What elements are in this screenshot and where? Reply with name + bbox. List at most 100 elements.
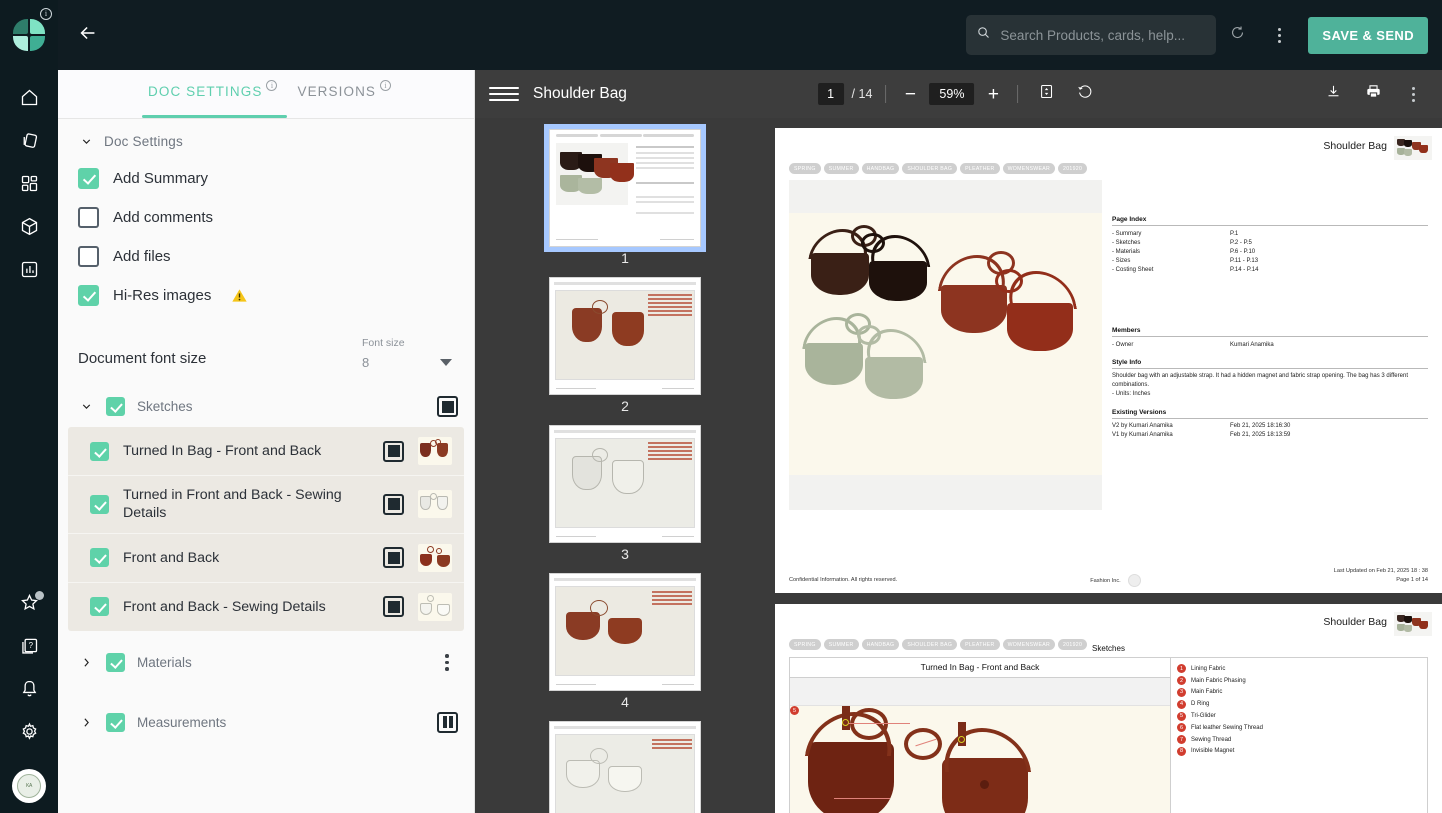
- refresh-button[interactable]: [1216, 10, 1258, 60]
- zoom-in-button[interactable]: +: [982, 85, 1004, 104]
- sidebar-item-products[interactable]: [0, 207, 58, 250]
- page-thumbnail-1[interactable]: [544, 124, 706, 252]
- sidebar-item-reports[interactable]: [0, 250, 58, 293]
- list-item[interactable]: Turned In Bag - Front and Back: [68, 427, 464, 476]
- style-info-block: Style Info Shoulder bag with an adjustab…: [1112, 359, 1428, 399]
- member-name: Kumari Anamika: [1230, 341, 1274, 348]
- add-comments-checkbox[interactable]: [78, 207, 99, 228]
- page-thumbnail-4[interactable]: [549, 573, 701, 691]
- page-total-label: / 14: [851, 87, 873, 101]
- font-size-caption: Font size: [362, 337, 405, 349]
- doc-header-thumbnail: [1394, 136, 1432, 160]
- layout-single-icon[interactable]: [383, 596, 404, 618]
- page-thumbnail-3[interactable]: [549, 425, 701, 543]
- zoom-out-button[interactable]: −: [899, 85, 921, 104]
- sketch-item-checkbox[interactable]: [90, 548, 109, 568]
- hi-res-images-checkbox[interactable]: [78, 285, 99, 306]
- sidebar-item-home[interactable]: [0, 78, 58, 121]
- checkbox-row-add-summary[interactable]: Add Summary: [58, 159, 474, 198]
- save-and-send-button[interactable]: SAVE & SEND: [1308, 16, 1428, 54]
- layout-split-icon[interactable]: [437, 711, 458, 733]
- list-item[interactable]: Turned in Front and Back - Sewing Detail…: [68, 476, 464, 534]
- doc-settings-section-header[interactable]: Doc Settings: [58, 119, 474, 159]
- materials-more-button[interactable]: [436, 654, 458, 671]
- font-size-select[interactable]: Font size 8: [362, 337, 452, 370]
- chevron-right-icon[interactable]: [78, 714, 94, 730]
- fit-page-button[interactable]: [1031, 79, 1061, 109]
- sketches-checkbox[interactable]: [106, 397, 125, 416]
- rotate-button[interactable]: [1069, 79, 1099, 109]
- divider: [1017, 85, 1019, 103]
- tab-versions[interactable]: VERSIONS i: [287, 70, 401, 118]
- checkbox-row-add-files[interactable]: Add files: [58, 237, 474, 276]
- rail-icon-list: [0, 78, 58, 293]
- checkbox-row-add-comments[interactable]: Add comments: [58, 198, 474, 237]
- legend-item: 5 Tri-Glider: [1177, 710, 1421, 722]
- sketch-item-checkbox[interactable]: [90, 494, 109, 514]
- sketch-item-checkbox[interactable]: [90, 441, 109, 461]
- package-icon: [19, 216, 40, 242]
- search-input[interactable]: Search Products, cards, help...: [966, 15, 1217, 55]
- sketch-thumbnail[interactable]: [418, 543, 452, 572]
- legend-marker: 8: [1177, 746, 1186, 756]
- measurements-checkbox[interactable]: [106, 712, 125, 732]
- page-thumbnail-number: 4: [621, 694, 629, 710]
- page-thumbnail-number: 1: [621, 250, 629, 266]
- sketch-item-checkbox[interactable]: [90, 597, 109, 617]
- app-logo[interactable]: i: [0, 0, 58, 70]
- group-header-sketches[interactable]: Sketches: [58, 386, 474, 427]
- info-icon[interactable]: i: [380, 80, 392, 91]
- page-thumbnail-5[interactable]: [549, 721, 701, 813]
- info-icon[interactable]: i: [40, 8, 52, 20]
- tag: SHOULDER BAG: [902, 639, 958, 650]
- chevron-down-icon[interactable]: [440, 359, 452, 366]
- group-header-materials[interactable]: Materials: [58, 643, 474, 682]
- add-summary-checkbox[interactable]: [78, 168, 99, 189]
- page-thumbnail-2[interactable]: [549, 277, 701, 395]
- chevron-down-icon[interactable]: [78, 399, 94, 415]
- version-date: Feb 21, 2025 18:16:30: [1230, 423, 1291, 430]
- chevron-right-icon[interactable]: [78, 654, 94, 670]
- download-button[interactable]: [1318, 79, 1348, 109]
- avatar[interactable]: KA: [12, 769, 46, 803]
- viewer-more-button[interactable]: [1398, 79, 1428, 109]
- zoom-level-value[interactable]: 59%: [929, 83, 975, 105]
- sidebar-item-dashboard[interactable]: [0, 164, 58, 207]
- refresh-icon: [1229, 24, 1246, 46]
- chevron-down-icon[interactable]: [78, 133, 94, 149]
- sidebar-item-settings[interactable]: [0, 712, 58, 755]
- warning-icon[interactable]: [231, 288, 248, 303]
- tag: HANDBAG: [861, 639, 900, 650]
- member-role: - Owner: [1112, 341, 1134, 348]
- list-item[interactable]: Front and Back: [68, 534, 464, 583]
- layout-single-icon[interactable]: [383, 547, 404, 569]
- legend-label: Lining Fabric: [1191, 665, 1226, 672]
- menu-icon[interactable]: [489, 87, 519, 101]
- page-thumbnail-strip[interactable]: 1 2 3 4: [475, 118, 775, 813]
- document-viewer[interactable]: Shoulder Bag SPRING SUMMER HANDBAG SHOUL…: [775, 118, 1442, 813]
- print-button[interactable]: [1358, 79, 1388, 109]
- sketch-thumbnail[interactable]: [418, 592, 452, 621]
- back-button[interactable]: [58, 0, 118, 70]
- layout-single-icon[interactable]: [383, 493, 404, 515]
- search-icon: [976, 25, 991, 45]
- layout-single-icon[interactable]: [437, 396, 458, 417]
- page-number-input[interactable]: 1: [817, 83, 844, 105]
- top-more-button[interactable]: [1258, 10, 1300, 60]
- info-icon[interactable]: i: [266, 80, 278, 91]
- sidebar-item-favorites[interactable]: [0, 583, 58, 626]
- member-row: - Owner Kumari Anamika: [1112, 340, 1428, 349]
- layout-single-icon[interactable]: [383, 440, 404, 462]
- group-header-measurements[interactable]: Measurements: [58, 702, 474, 743]
- materials-checkbox[interactable]: [106, 652, 125, 672]
- sketch-thumbnail[interactable]: [418, 490, 452, 519]
- tab-doc-settings[interactable]: DOC SETTINGS i: [138, 70, 288, 118]
- checkbox-row-hi-res-images[interactable]: Hi-Res images: [58, 276, 474, 315]
- document-page-2: Shoulder Bag SPRING SUMMER HANDBAG SHOUL…: [775, 604, 1442, 813]
- list-item[interactable]: Front and Back - Sewing Details: [68, 583, 464, 631]
- sidebar-item-help[interactable]: ?: [0, 626, 58, 669]
- add-files-checkbox[interactable]: [78, 246, 99, 267]
- sidebar-item-notifications[interactable]: [0, 669, 58, 712]
- sidebar-item-cards[interactable]: [0, 121, 58, 164]
- sketch-thumbnail[interactable]: [418, 437, 452, 465]
